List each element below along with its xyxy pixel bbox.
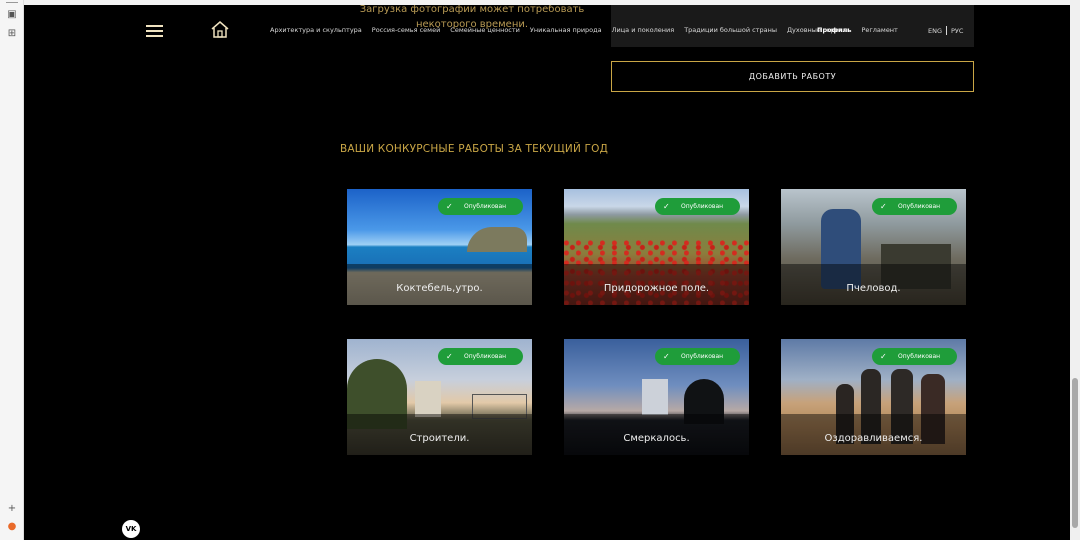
main-nav: Архитектура и скульптура Россия-семья се… [270, 26, 848, 34]
panel-divider [6, 2, 18, 3]
work-card[interactable]: Придорожное поле. ✓ Опубликован [564, 189, 749, 305]
status-badge: ✓ Опубликован [438, 198, 523, 215]
work-card[interactable]: Пчеловод. ✓ Опубликован [781, 189, 966, 305]
nav-unique-nature[interactable]: Уникальная природа [530, 26, 602, 34]
assistant-icon[interactable]: ● [6, 521, 18, 533]
scrollbar-thumb[interactable] [1072, 378, 1078, 528]
work-caption: Придорожное поле. [603, 283, 710, 294]
apps-grid-icon[interactable]: ⊞ [6, 28, 18, 40]
page-scrollbar[interactable] [1070, 0, 1080, 540]
work-card[interactable]: Строители. ✓ Опубликован [347, 339, 532, 455]
work-card[interactable]: Коктебель,утро. ✓ Опубликован [347, 189, 532, 305]
works-section-title: ВАШИ КОНКУРСНЫЕ РАБОТЫ ЗА ТЕКУЩИЙ ГОД [340, 143, 609, 155]
work-caption: Оздоравливаемся. [824, 433, 923, 444]
status-label: Опубликован [681, 203, 724, 210]
work-caption: Строители. [409, 433, 470, 444]
work-caption: Пчеловод. [846, 283, 901, 294]
nav-faces-generations[interactable]: Лица и поколения [612, 26, 675, 34]
check-icon: ✓ [880, 202, 887, 211]
lang-separator [946, 26, 948, 35]
status-badge: ✓ Опубликован [872, 198, 957, 215]
add-panel-icon[interactable]: + [6, 503, 18, 515]
lang-en[interactable]: ENG [928, 27, 942, 35]
screenshot-icon[interactable]: ▣ [6, 9, 18, 21]
work-card[interactable]: Смеркалось. ✓ Опубликован [564, 339, 749, 455]
check-icon: ✓ [446, 202, 453, 211]
nav-family-values[interactable]: Семейные ценности [450, 26, 520, 34]
status-label: Опубликован [464, 203, 507, 210]
work-photo-detail [415, 381, 441, 417]
vk-icon[interactable]: VK [122, 520, 140, 538]
status-badge: ✓ Опубликован [872, 348, 957, 365]
lang-ru[interactable]: РУС [951, 27, 963, 35]
check-icon: ✓ [880, 352, 887, 361]
check-icon: ✓ [663, 202, 670, 211]
page-content: Загрузка фотографии может потребовать не… [24, 5, 1070, 540]
hamburger-icon[interactable] [146, 25, 163, 37]
status-label: Опубликован [898, 353, 941, 360]
language-switcher: ENG РУС [928, 26, 963, 35]
home-icon[interactable] [210, 20, 230, 40]
browser-side-panel: ▣ ⊞ + ● [0, 0, 24, 540]
check-icon: ✓ [663, 352, 670, 361]
nav-profile[interactable]: Профиль [817, 26, 851, 34]
check-icon: ✓ [446, 352, 453, 361]
work-caption: Смеркалось. [623, 433, 690, 444]
account-nav: Профиль Регламент [817, 26, 898, 34]
add-work-button[interactable]: ДОБАВИТЬ РАБОТУ [611, 61, 974, 92]
work-card[interactable]: Оздоравливаемся. ✓ Опубликован [781, 339, 966, 455]
status-badge: ✓ Опубликован [438, 348, 523, 365]
status-label: Опубликован [898, 203, 941, 210]
status-badge: ✓ Опубликован [655, 198, 740, 215]
work-caption: Коктебель,утро. [396, 283, 483, 294]
status-label: Опубликован [464, 353, 507, 360]
status-label: Опубликован [681, 353, 724, 360]
status-badge: ✓ Опубликован [655, 348, 740, 365]
nav-architecture[interactable]: Архитектура и скульптура [270, 26, 362, 34]
nav-traditions[interactable]: Традиции большой страны [684, 26, 777, 34]
nav-russia-family[interactable]: Россия-семья семей [372, 26, 441, 34]
nav-regulations[interactable]: Регламент [861, 26, 897, 34]
work-photo-detail [642, 379, 668, 415]
